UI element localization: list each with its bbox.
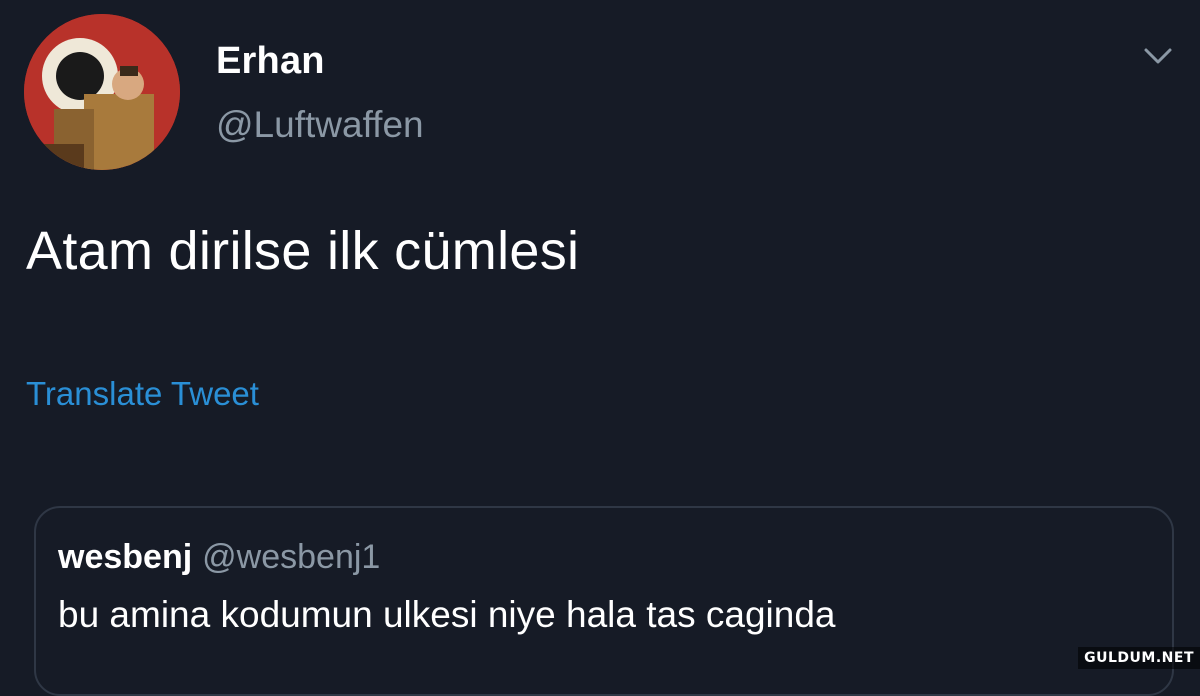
quoted-text: bu amina kodumun ulkesi niye hala tas ca… <box>58 594 836 635</box>
quoted-handle: @wesbenj1 <box>202 538 381 576</box>
tweet-card: Erhan @Luftwaffen Atam dirilse ilk cümle… <box>0 0 1200 696</box>
author-display-name[interactable]: Erhan <box>216 40 325 83</box>
quoted-author: wesbenj @wesbenj1 <box>58 538 380 577</box>
quoted-tweet[interactable]: wesbenj @wesbenj1 bu amina kodumun ulkesi… <box>34 506 1174 696</box>
author-handle[interactable]: @Luftwaffen <box>216 104 424 146</box>
translate-tweet-link[interactable]: Translate Tweet <box>26 375 259 413</box>
watermark: GULDUM.NET <box>1078 647 1200 669</box>
tweet-text: Atam dirilse ilk cümlesi <box>26 221 580 281</box>
quoted-display-name: wesbenj <box>58 538 193 576</box>
author-avatar[interactable] <box>24 14 180 170</box>
avatar-image <box>24 14 180 170</box>
chevron-down-icon[interactable] <box>1140 44 1176 68</box>
